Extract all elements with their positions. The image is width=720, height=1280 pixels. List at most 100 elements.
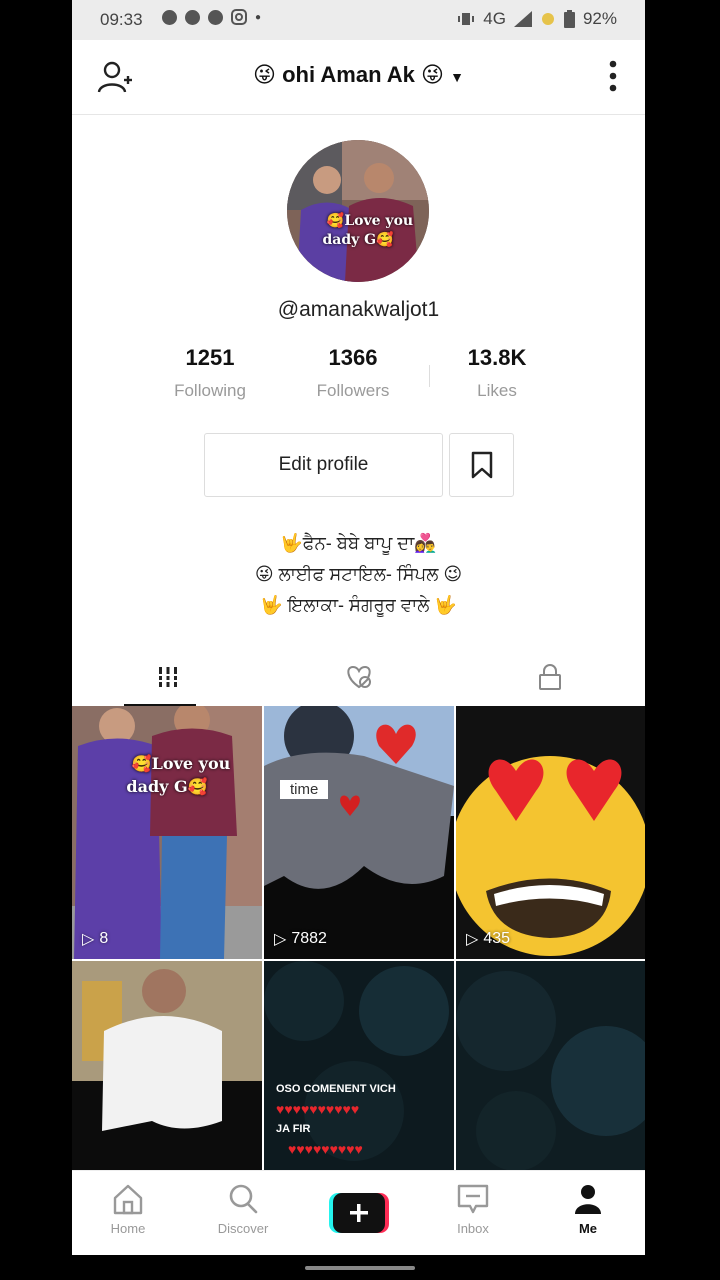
plus-icon xyxy=(329,1193,389,1233)
app-window: 09:33 ● 4G 92% 😜 ohi Aman Ak 😜 ▼ 🥰Love y… xyxy=(72,0,645,1255)
bottom-nav: Home Discover Inbox Me xyxy=(72,1170,645,1255)
video-caption-line2: JA FIR xyxy=(276,1123,311,1135)
video-caption: OSO COMENENT VICH ♥♥♥♥♥♥♥♥♥♥ JA FIR ♥♥♥♥… xyxy=(276,1079,396,1159)
more-notifications-icon: ● xyxy=(255,11,262,23)
avatar-caption-line2: dady G🥰 xyxy=(322,232,394,248)
nav-label: Me xyxy=(578,1221,598,1236)
status-right: 4G 92% xyxy=(457,9,617,29)
avatar-photo xyxy=(287,140,429,282)
stat-label: Following xyxy=(174,381,246,400)
nav-discover[interactable]: Discover xyxy=(203,1183,283,1236)
video-caption-line1: 🥰Love you xyxy=(131,754,231,773)
stat-followers[interactable]: 1366 Followers xyxy=(283,345,423,401)
chat-icon xyxy=(208,9,223,25)
avatar-caption: 🥰Love you dady G🥰 xyxy=(287,212,429,250)
play-icon: ▷ xyxy=(466,931,479,948)
grid-icon xyxy=(158,667,177,687)
create-button[interactable] xyxy=(329,1193,389,1233)
profile-tabs xyxy=(72,648,645,706)
video-caption: time xyxy=(280,780,329,799)
caret-down-icon: ▼ xyxy=(450,69,464,85)
nav-inbox[interactable]: Inbox xyxy=(433,1183,513,1236)
video-thumbnail[interactable]: OSO COMENENT VICH ♥♥♥♥♥♥♥♥♥♥ JA FIR ♥♥♥♥… xyxy=(264,961,454,1170)
hearts-row: ♥♥♥♥♥♥♥♥♥ xyxy=(288,1141,363,1157)
battery-icon xyxy=(563,10,575,28)
home-icon xyxy=(113,1184,143,1215)
stats-divider xyxy=(429,365,430,387)
facebook-icon xyxy=(185,9,200,25)
account-switcher[interactable]: 😜 ohi Aman Ak 😜 ▼ xyxy=(72,62,645,88)
video-thumbnail[interactable] xyxy=(456,961,645,1170)
signal-icon xyxy=(513,11,532,27)
video-grid: 🥰Love you dady G🥰 ▷ 8 time ▷ 7882 ▷ 435 … xyxy=(72,706,645,1170)
user-handle: @amanakwaljot1 xyxy=(277,298,440,321)
data-saver-icon xyxy=(541,13,554,25)
play-count-value: 7882 xyxy=(291,930,327,947)
edit-profile-button[interactable]: Edit profile xyxy=(204,433,443,497)
play-count: ▷ 7882 xyxy=(274,929,327,949)
play-count-value: 8 xyxy=(99,930,109,947)
thumbnail-image xyxy=(264,706,454,959)
stat-value: 13.8K xyxy=(467,345,527,370)
nav-label: Discover xyxy=(217,1221,269,1236)
nav-me[interactable]: Me xyxy=(548,1183,628,1236)
page-title: ohi Aman Ak xyxy=(282,62,415,87)
bio-line: 🤟 ਇਲਾਕਾ- ਸੰਗਰੂਰ ਵਾਲੇ 🤟 xyxy=(260,595,457,615)
title-emoji-right: 😜 xyxy=(421,62,444,87)
hearts-row: ♥♥♥♥♥♥♥♥♥♥ xyxy=(276,1101,360,1117)
tab-private[interactable] xyxy=(454,648,645,706)
vibrate-icon xyxy=(458,13,475,25)
bookmark-icon xyxy=(471,451,492,479)
stat-value: 1251 xyxy=(185,345,235,370)
stat-following[interactable]: 1251 Following xyxy=(140,345,280,401)
thumbnail-image xyxy=(72,961,262,1170)
network-type: 4G xyxy=(483,9,506,28)
nav-label: Home xyxy=(110,1221,146,1236)
inbox-icon xyxy=(457,1184,489,1214)
video-thumbnail[interactable]: 🥰Love you dady G🥰 ▷ 8 xyxy=(72,706,262,959)
nav-home[interactable]: Home xyxy=(88,1183,168,1236)
notification-icons: ● xyxy=(162,9,261,25)
stat-label: Followers xyxy=(316,381,390,400)
play-count: ▷ 435 xyxy=(466,929,510,949)
home-indicator[interactable] xyxy=(305,1266,415,1270)
avatar[interactable]: 🥰Love you dady G🥰 xyxy=(287,140,429,282)
video-thumbnail[interactable]: time ▷ 7882 xyxy=(264,706,454,959)
search-icon xyxy=(229,1184,258,1214)
title-emoji-left: 😜 xyxy=(253,62,276,87)
nav-label: Inbox xyxy=(457,1221,489,1236)
bio-line: 🤟ਫੈਨ- ਬੇਬੇ ਬਾਪੂ ਦਾ👩‍❤️‍👨 xyxy=(280,533,437,553)
status-time: 09:33 xyxy=(100,10,143,29)
lock-icon xyxy=(538,664,561,690)
stat-label: Likes xyxy=(477,381,517,400)
bio-line: 😜 ਲਾਈਫ ਸਟਾਇਲ- ਸਿੰਪਲ 😉 xyxy=(254,564,463,584)
play-count: ▷ 8 xyxy=(82,929,108,949)
profile-stats: 1251 Following 1366 Followers 13.8K Like… xyxy=(140,345,570,415)
play-icon: ▷ xyxy=(82,931,95,948)
battery-percent: 92% xyxy=(582,9,617,28)
video-caption-line1: OSO COMENENT VICH xyxy=(276,1083,396,1095)
instagram-icon xyxy=(231,9,247,25)
favorites-button[interactable] xyxy=(449,433,514,497)
video-thumbnail[interactable] xyxy=(72,961,262,1170)
liked-hidden-icon xyxy=(346,665,371,689)
profile-header: 😜 ohi Aman Ak 😜 ▼ xyxy=(72,40,645,115)
thumbnail-image xyxy=(456,706,645,959)
thumbnail-image xyxy=(72,706,262,959)
tab-liked[interactable] xyxy=(263,648,454,706)
stat-likes[interactable]: 13.8K Likes xyxy=(427,345,567,401)
video-thumbnail[interactable]: ▷ 435 xyxy=(456,706,645,959)
video-caption: 🥰Love you dady G🥰 xyxy=(72,752,262,798)
profile-bio: 🤟ਫੈਨ- ਬੇਬੇ ਬਾਪੂ ਦਾ👩‍❤️‍👨 😜 ਲਾਈਫ ਸਟਾਇਲ- ਸ… xyxy=(72,528,645,621)
stat-value: 1366 xyxy=(328,345,378,370)
more-options-icon[interactable] xyxy=(609,60,617,92)
video-caption-line2: dady G🥰 xyxy=(126,777,208,796)
profile-icon xyxy=(575,1185,601,1214)
avatar-caption-line1: 🥰Love you xyxy=(326,213,414,229)
tab-videos[interactable] xyxy=(72,648,263,706)
play-count-value: 435 xyxy=(483,930,511,947)
facebook-icon xyxy=(162,9,177,25)
play-icon: ▷ xyxy=(274,931,287,948)
status-bar: 09:33 ● 4G 92% xyxy=(72,0,645,40)
thumbnail-image xyxy=(456,961,645,1170)
